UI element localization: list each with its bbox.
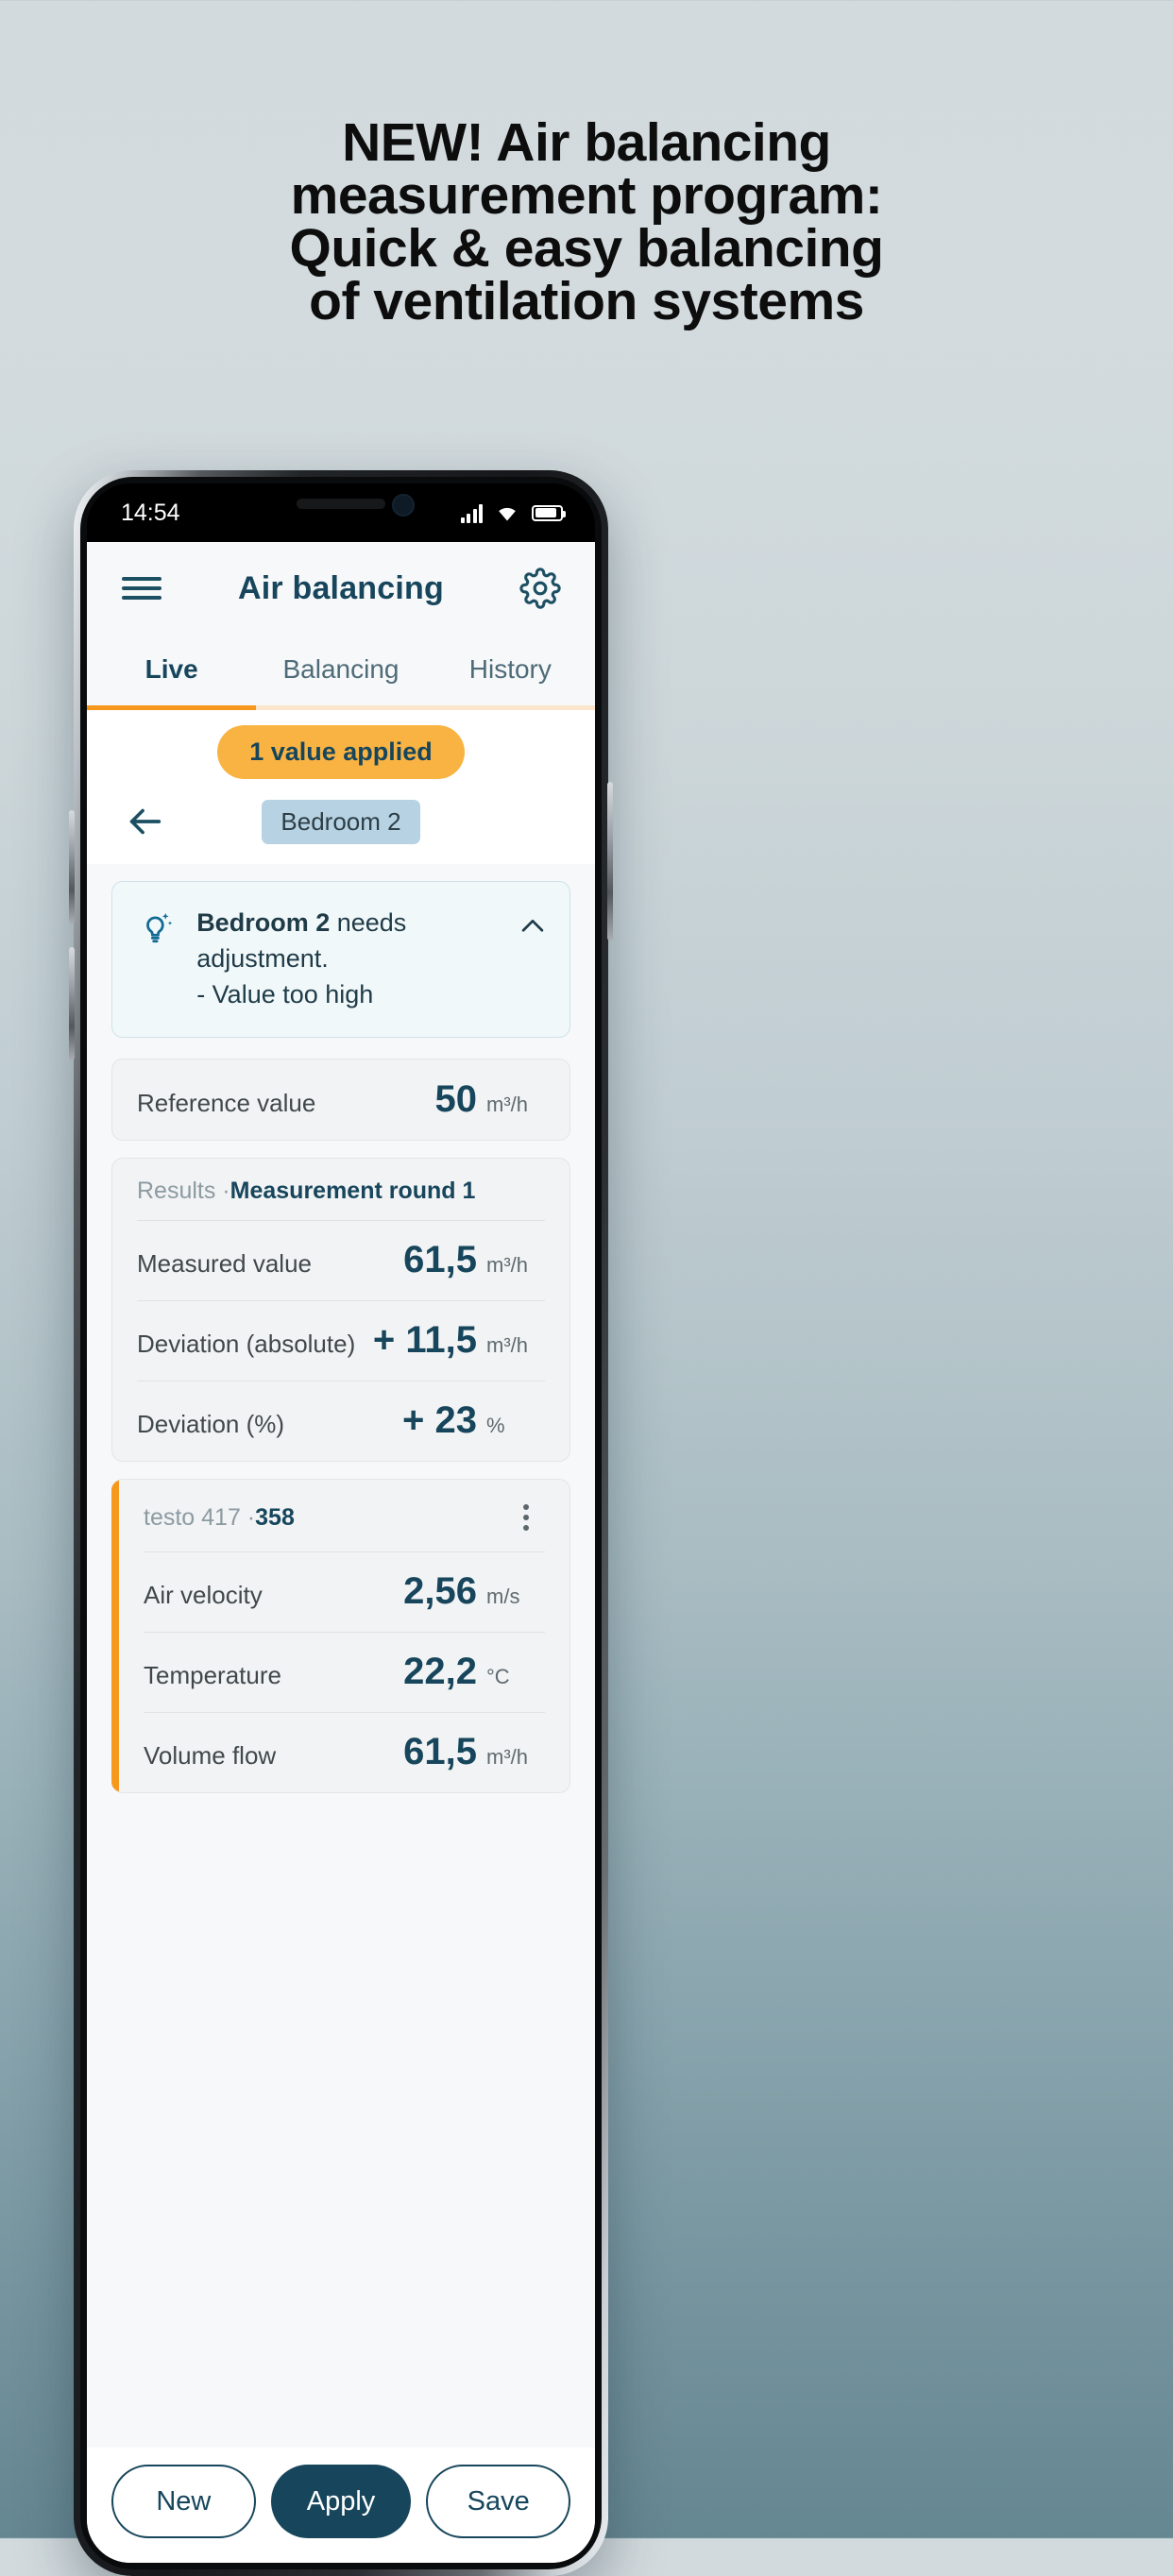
temperature-unit: °C (486, 1665, 510, 1688)
temperature-number: 22,2 (403, 1651, 477, 1692)
reference-value-card: Reference value 50 m³/h (111, 1059, 570, 1141)
tab-history[interactable]: History (426, 635, 595, 710)
temperature-label: Temperature (144, 1661, 281, 1689)
toast-row: 1 value applied (87, 725, 595, 779)
table-row: Measured value 61,5 m³/h (112, 1220, 570, 1300)
room-chip-bedroom-2[interactable]: Bedroom 2 (262, 799, 420, 844)
chevron-up-icon[interactable] (517, 910, 549, 942)
phone-mockup: 14:54 Air balancing Live Balancing Histo… (69, 470, 613, 2576)
phone-screen: 14:54 Air balancing Live Balancing Histo… (87, 483, 595, 2563)
device-card: testo 417 · 358 Air velocity 2,56 m/s Te… (111, 1479, 570, 1793)
hamburger-menu-button[interactable] (115, 562, 168, 615)
deviation-percent-unit: % (486, 1414, 505, 1437)
deviation-absolute-label: Deviation (absolute) (137, 1330, 356, 1358)
power-button[interactable] (607, 782, 613, 941)
tab-bar: Live Balancing History (87, 635, 595, 710)
table-row: Temperature 22,2 °C (111, 1632, 570, 1712)
results-header-strong: Measurement round 1 (230, 1178, 476, 1204)
hamburger-menu-icon (122, 571, 162, 605)
table-row: Deviation (absolute) + 11,5 m³/h (112, 1300, 570, 1381)
results-card-header: Results · Measurement round 1 (112, 1159, 570, 1220)
tab-active-indicator (87, 705, 257, 710)
app-bar: Air balancing (87, 542, 595, 635)
reference-value-number: 50 (434, 1078, 478, 1120)
gear-icon (519, 568, 561, 609)
measured-value-unit: m³/h (486, 1253, 528, 1277)
device-name-muted: testo 417 · (144, 1503, 256, 1531)
air-velocity-unit: m/s (486, 1585, 520, 1608)
new-button[interactable]: New (111, 2465, 256, 2538)
earpiece-speaker (297, 499, 385, 509)
device-card-header: testo 417 · 358 (111, 1480, 570, 1551)
air-velocity-label: Air velocity (144, 1581, 263, 1609)
measured-value-label: Measured value (137, 1249, 312, 1278)
tab-live[interactable]: Live (87, 635, 256, 710)
table-row: Volume flow 61,5 m³/h (111, 1712, 570, 1792)
marketing-headline: NEW! Air balancing measurement program: … (0, 112, 1173, 332)
headline-line-3: Quick & easy balancing (289, 218, 884, 279)
volume-flow-label: Volume flow (144, 1741, 277, 1770)
save-button[interactable]: Save (426, 2465, 571, 2538)
tab-balancing-label: Balancing (282, 654, 400, 684)
status-bar-icons (460, 503, 566, 523)
app-root: Air balancing Live Balancing History 1 v… (87, 542, 595, 2563)
front-camera (391, 494, 415, 517)
value-applied-badge[interactable]: 1 value applied (217, 725, 465, 779)
arrow-left-icon[interactable] (123, 800, 166, 843)
hint-text: Bedroom 2 needs adjustment. - Value too … (196, 905, 496, 1012)
reference-value-row: Reference value 50 m³/h (112, 1059, 570, 1140)
kebab-menu-icon[interactable] (507, 1499, 545, 1536)
table-row: Air velocity 2,56 m/s (111, 1551, 570, 1632)
apply-button[interactable]: Apply (270, 2465, 412, 2538)
results-card: Results · Measurement round 1 Measured v… (111, 1158, 570, 1462)
lightbulb-idea-icon (146, 912, 173, 943)
room-selector-row: Bedroom 2 (87, 779, 595, 844)
tab-live-label: Live (144, 654, 198, 684)
status-bar-time: 14:54 (121, 499, 180, 526)
table-row: Deviation (%) + 23 % (112, 1381, 570, 1461)
deviation-percent-label: Deviation (%) (137, 1410, 285, 1438)
bottom-action-bar: New Apply Save (87, 2448, 595, 2563)
battery-icon (532, 504, 566, 521)
volume-flow-unit: m³/h (486, 1745, 528, 1769)
adjustment-hint-card: Bedroom 2 needs adjustment. - Value too … (111, 881, 570, 1038)
wifi-icon (499, 507, 516, 521)
signal-icon (460, 503, 483, 523)
tab-balancing[interactable]: Balancing (256, 635, 425, 710)
reference-value-unit: m³/h (486, 1093, 528, 1116)
reference-value-label: Reference value (137, 1089, 316, 1117)
hint-detail: - Value too high (196, 980, 374, 1008)
headline-line-2: measurement program: (290, 165, 883, 226)
volume-up-button[interactable] (69, 810, 75, 924)
volume-flow-number: 61,5 (403, 1731, 477, 1772)
content-scroll[interactable]: Bedroom 2 needs adjustment. - Value too … (87, 864, 595, 2448)
tab-history-label: History (468, 654, 552, 684)
device-name-strong: 358 (255, 1503, 295, 1531)
deviation-absolute-unit: m³/h (486, 1333, 528, 1357)
deviation-percent-number: + 23 (402, 1399, 477, 1441)
headline-line-1: NEW! Air balancing (342, 112, 831, 173)
results-header-muted: Results · (137, 1178, 230, 1204)
subheader: 1 value applied Bedroom 2 (87, 710, 595, 864)
headline-line-4: of ventilation systems (309, 271, 864, 331)
deviation-absolute-number: + 11,5 (372, 1319, 477, 1361)
air-velocity-number: 2,56 (403, 1570, 477, 1612)
volume-down-button[interactable] (69, 947, 75, 1060)
settings-button[interactable] (514, 562, 567, 615)
measured-value-number: 61,5 (403, 1239, 477, 1280)
status-bar: 14:54 (87, 483, 595, 542)
hint-room-name: Bedroom 2 (196, 908, 331, 937)
